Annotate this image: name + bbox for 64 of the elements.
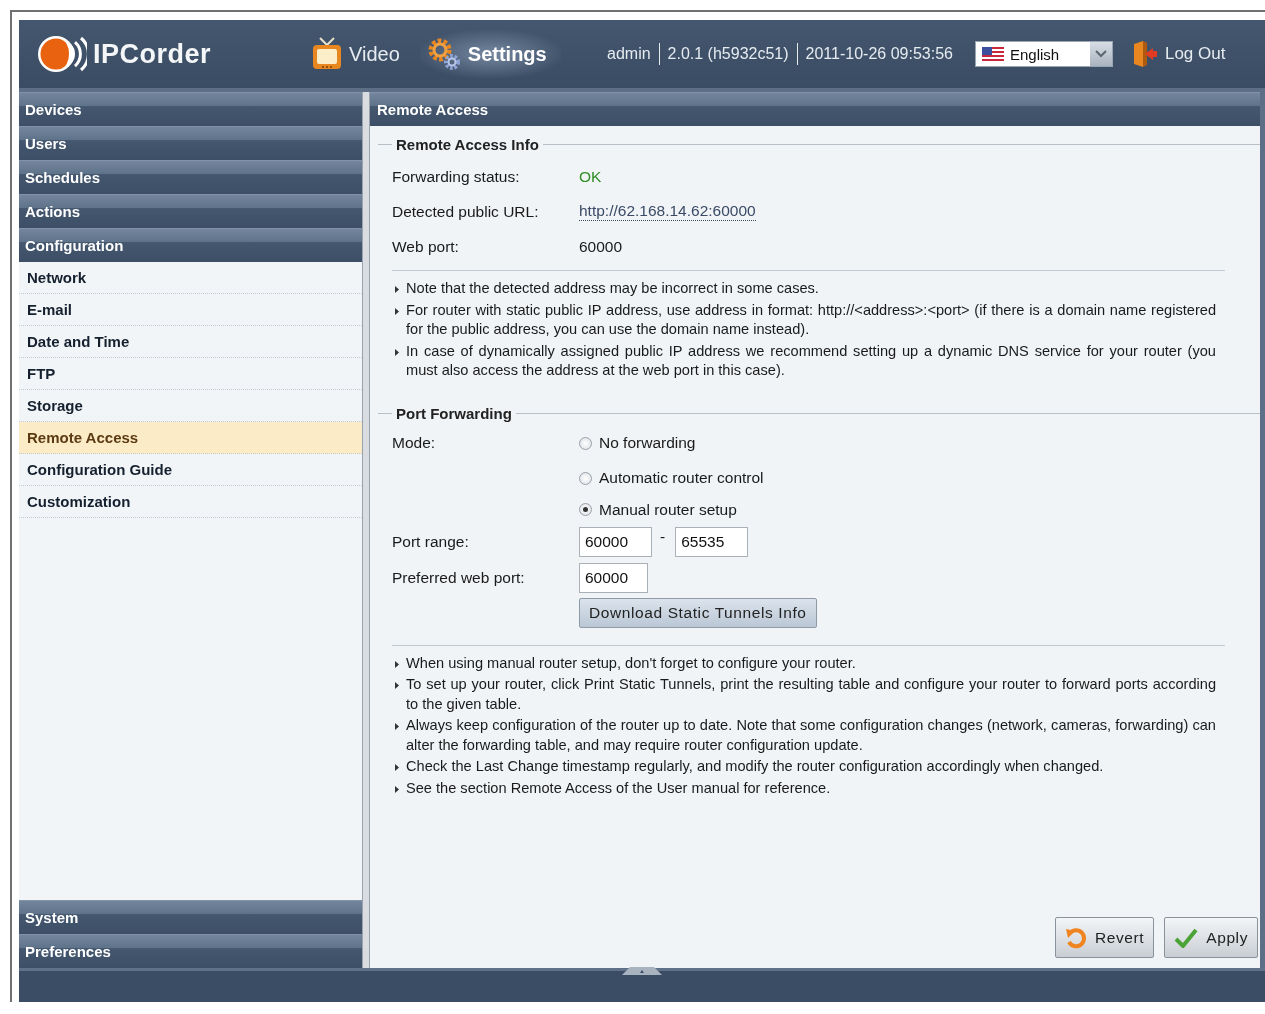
flag-icon: [981, 47, 1004, 61]
version-text: 2.0.1 (h5932c51): [667, 45, 789, 63]
sidebar-section[interactable]: Devices: [19, 92, 362, 126]
field-label: Detected public URL:: [392, 202, 540, 221]
tv-icon: [311, 36, 343, 72]
undo-icon: [1064, 926, 1087, 949]
splitter[interactable]: [362, 92, 370, 968]
sidebar-section[interactable]: System: [19, 900, 362, 934]
status-value: OK: [579, 167, 602, 186]
bullet-icon: [395, 723, 399, 730]
note-text: For router with static public IP address, use address in format: http://<address>:<port> (if there is a domain name registered for the public address, you can use the domain name instead).: [406, 300, 1216, 339]
bullet-icon: [395, 785, 399, 793]
port-field[interactable]: 60000: [579, 563, 648, 593]
language-select[interactable]: English: [974, 41, 1113, 67]
note-text: Note that the detected address may be incorrect in some cases.: [406, 279, 820, 298]
revert-button[interactable]: Revert: [1054, 917, 1155, 958]
sidebar-section[interactable]: Preferences: [19, 934, 362, 968]
download-button[interactable]: Download Static Tunnels Info: [579, 598, 817, 628]
sidebar-section[interactable]: Actions: [19, 194, 362, 228]
sidebar-section[interactable]: Users: [19, 126, 362, 160]
radio-button[interactable]: [579, 436, 592, 450]
section-legend: Remote Access Info: [392, 136, 543, 153]
field-label: Preferred web port:: [392, 569, 526, 587]
bullet-icon: [395, 660, 399, 668]
bullet-icon: [395, 764, 399, 771]
section-legend: Port Forwarding: [392, 404, 516, 422]
bullet-icon: [395, 348, 399, 356]
radio-button[interactable]: [579, 503, 592, 516]
bullet-icon: [395, 307, 399, 315]
field-label: Port range:: [392, 533, 470, 551]
user-name: admin: [607, 45, 651, 63]
app-name: IPCorder: [93, 38, 212, 70]
port-field[interactable]: 60000: [579, 527, 652, 557]
field-label: Web port:: [392, 237, 460, 256]
check-icon: [1174, 927, 1199, 948]
range-separator: -: [660, 528, 666, 546]
note-text: Always keep configuration of the router up to date. Note that some configuration changes (network, cameras, forwarding) can alter the forwarding table, and may require router configuration update.: [406, 716, 1216, 755]
field-label: Mode:: [392, 434, 437, 452]
note-text: Check the Last Change timestamp regularly, and modify the router configuration accordingly when changed.: [406, 757, 1105, 776]
radio-label: Automatic router control: [599, 469, 764, 487]
note-text: See the section Remote Access of the User manual for reference.: [406, 778, 832, 798]
logout-button[interactable]: Log Out: [1130, 40, 1226, 68]
field-value: 60000: [579, 237, 623, 256]
date-time: 2011-10-26 09:53:56: [805, 45, 953, 63]
note-text: In case of dynamically assigned public IP address we recommend setting up a dynamic DNS service for your router (you must also access the address at the web port in this case).: [406, 341, 1216, 380]
gear-icon: [425, 36, 462, 72]
radio-label: Manual router setup: [599, 500, 737, 519]
note-text: To set up your router, click Print Static Tunnels, print the resulting table and configure your router to forward ports according to the given table.: [406, 675, 1216, 714]
panel-title: Remote Access: [370, 92, 1260, 126]
nav-tab[interactable]: Settings: [419, 30, 561, 78]
radio-label: No forwarding: [599, 434, 696, 452]
sidebar-section[interactable]: Configuration: [19, 228, 362, 262]
bullet-icon: [395, 682, 399, 689]
field-label: Forwarding status:: [392, 167, 521, 186]
apply-button[interactable]: Apply: [1164, 917, 1258, 958]
port-field[interactable]: 65535: [675, 527, 749, 557]
sidebar-item[interactable]: Remote Access: [19, 422, 362, 454]
url-link[interactable]: http://62.168.14.62:60000: [579, 202, 756, 221]
bullet-icon: [395, 286, 399, 293]
note-text: When using manual router setup, don't forget to configure your router.: [406, 653, 857, 673]
nav-tab[interactable]: Video: [305, 30, 414, 78]
sidebar-section[interactable]: Schedules: [19, 160, 362, 194]
radio-button[interactable]: [579, 471, 592, 485]
caret-icon: [1094, 50, 1107, 58]
